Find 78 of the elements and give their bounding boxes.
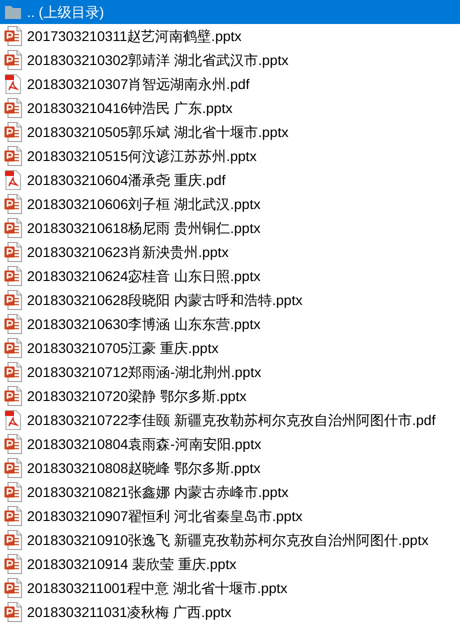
presentation-file-icon xyxy=(4,458,22,478)
file-item[interactable]: 2018303210808赵晓峰 鄂尔多斯.pptx xyxy=(0,456,460,480)
file-item[interactable]: 2018303210606刘子桓 湖北武汉.pptx xyxy=(0,192,460,216)
file-name: 2018303210623肖新泱贵州.pptx xyxy=(27,245,229,259)
file-name: 2018303210624宓桂音 山东日照.pptx xyxy=(27,269,260,283)
file-name: 2018303210606刘子桓 湖北武汉.pptx xyxy=(27,197,260,211)
file-item[interactable]: 2018303210623肖新泱贵州.pptx xyxy=(0,240,460,264)
presentation-file-icon xyxy=(4,266,22,286)
file-name: 2018303210914 裴欣莹 重庆.pptx xyxy=(27,557,236,571)
file-item[interactable]: 2018303210712郑雨涵-湖北荆州.pptx xyxy=(0,360,460,384)
file-name: 2018303210722李佳颐 新疆克孜勒苏柯尔克孜自治州阿图什市.pdf xyxy=(27,413,436,427)
presentation-file-icon xyxy=(4,26,22,46)
file-item[interactable]: 2018303210416钟浩民 广东.pptx xyxy=(0,96,460,120)
presentation-file-icon xyxy=(4,602,22,622)
presentation-file-icon xyxy=(4,506,22,526)
file-name: 2018303210505郭乐斌 湖北省十堰市.pptx xyxy=(27,125,288,139)
file-item[interactable]: 2018303210907翟恒利 河北省秦皇岛市.pptx xyxy=(0,504,460,528)
file-item[interactable]: 2018303211031凌秋梅 广西.pptx xyxy=(0,600,460,624)
file-name: 2018303210808赵晓峰 鄂尔多斯.pptx xyxy=(27,461,260,475)
presentation-file-icon xyxy=(4,386,22,406)
file-item[interactable]: 2018303210307肖智远湖南永州.pdf xyxy=(0,72,460,96)
pdf-file-icon xyxy=(4,410,22,430)
file-name: 2018303210821张鑫娜 内蒙古赤峰市.pptx xyxy=(27,485,288,499)
presentation-file-icon xyxy=(4,98,22,118)
file-item[interactable]: 2018303210722李佳颐 新疆克孜勒苏柯尔克孜自治州阿图什市.pdf xyxy=(0,408,460,432)
file-name: 2018303210804袁雨森-河南安阳.pptx xyxy=(27,437,262,451)
file-item[interactable]: 2018303210821张鑫娜 内蒙古赤峰市.pptx xyxy=(0,480,460,504)
folder-icon xyxy=(4,4,22,20)
presentation-file-icon xyxy=(4,530,22,550)
presentation-file-icon xyxy=(4,362,22,382)
file-item[interactable]: 2018303211001程中意 湖北省十堰市.pptx xyxy=(0,576,460,600)
file-name: 2018303210515何汶谚江苏苏州.pptx xyxy=(27,149,257,163)
file-item[interactable]: 2018303210505郭乐斌 湖北省十堰市.pptx xyxy=(0,120,460,144)
file-item[interactable]: .. (上级目录) xyxy=(0,0,460,24)
presentation-file-icon xyxy=(4,218,22,238)
presentation-file-icon xyxy=(4,314,22,334)
file-item[interactable]: 2018303210630李博涵 山东东营.pptx xyxy=(0,312,460,336)
file-item[interactable]: 2018303210910张逸飞 新疆克孜勒苏柯尔克孜自治州阿图什.pptx xyxy=(0,528,460,552)
file-item[interactable]: 2018303210302郭靖洋 湖北省武汉市.pptx xyxy=(0,48,460,72)
presentation-file-icon xyxy=(4,290,22,310)
file-name: 2018303210618杨尼雨 贵州铜仁.pptx xyxy=(27,221,260,235)
file-item[interactable]: 2018303210515何汶谚江苏苏州.pptx xyxy=(0,144,460,168)
presentation-file-icon xyxy=(4,578,22,598)
file-item[interactable]: 2018303210914 裴欣莹 重庆.pptx xyxy=(0,552,460,576)
presentation-file-icon xyxy=(4,122,22,142)
file-name: 2018303210630李博涵 山东东营.pptx xyxy=(27,317,260,331)
file-name: 2017303210311赵艺河南鹤壁.pptx xyxy=(27,29,242,43)
file-item[interactable]: 2018303210628段晓阳 内蒙古呼和浩特.pptx xyxy=(0,288,460,312)
presentation-file-icon xyxy=(4,554,22,574)
presentation-file-icon xyxy=(4,338,22,358)
presentation-file-icon xyxy=(4,434,22,454)
file-item[interactable]: 2018303210705江豪 重庆.pptx xyxy=(0,336,460,360)
presentation-file-icon xyxy=(4,146,22,166)
file-item[interactable]: 2018303210618杨尼雨 贵州铜仁.pptx xyxy=(0,216,460,240)
file-name: .. (上级目录) xyxy=(27,5,104,19)
file-item[interactable]: 2017303210311赵艺河南鹤壁.pptx xyxy=(0,24,460,48)
file-item[interactable]: 2018303210804袁雨森-河南安阳.pptx xyxy=(0,432,460,456)
file-name: 2018303211031凌秋梅 广西.pptx xyxy=(27,605,232,619)
file-name: 2018303210307肖智远湖南永州.pdf xyxy=(27,77,250,91)
file-item[interactable]: 2018303210720梁静 鄂尔多斯.pptx xyxy=(0,384,460,408)
file-name: 2018303210302郭靖洋 湖北省武汉市.pptx xyxy=(27,53,288,67)
presentation-file-icon xyxy=(4,194,22,214)
pdf-file-icon xyxy=(4,74,22,94)
file-name: 2018303210628段晓阳 内蒙古呼和浩特.pptx xyxy=(27,293,302,307)
file-name: 2018303210907翟恒利 河北省秦皇岛市.pptx xyxy=(27,509,302,523)
file-name: 2018303210705江豪 重庆.pptx xyxy=(27,341,218,355)
pdf-file-icon xyxy=(4,170,22,190)
file-name: 2018303210712郑雨涵-湖北荆州.pptx xyxy=(27,365,262,379)
file-item[interactable]: 2018303210604潘承尧 重庆.pdf xyxy=(0,168,460,192)
presentation-file-icon xyxy=(4,50,22,70)
file-name: 2018303210720梁静 鄂尔多斯.pptx xyxy=(27,389,246,403)
file-name: 2018303210416钟浩民 广东.pptx xyxy=(27,101,232,115)
file-name: 2018303210910张逸飞 新疆克孜勒苏柯尔克孜自治州阿图什.pptx xyxy=(27,533,428,547)
presentation-file-icon xyxy=(4,482,22,502)
file-item[interactable]: 2018303210624宓桂音 山东日照.pptx xyxy=(0,264,460,288)
presentation-file-icon xyxy=(4,242,22,262)
file-name: 2018303211001程中意 湖北省十堰市.pptx xyxy=(27,581,288,595)
file-name: 2018303210604潘承尧 重庆.pdf xyxy=(27,173,226,187)
